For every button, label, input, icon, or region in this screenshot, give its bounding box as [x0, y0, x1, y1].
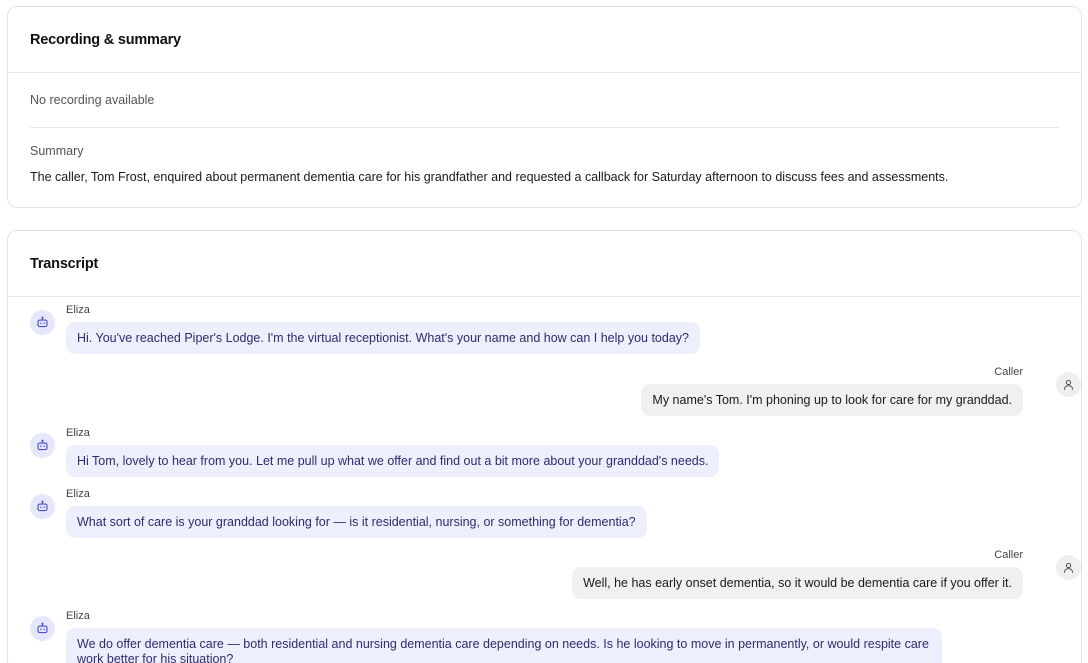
robot-icon	[30, 616, 55, 641]
message-bubble: We do offer dementia care — both residen…	[66, 628, 942, 663]
recording-summary-header: Recording & summary	[8, 7, 1081, 73]
message-bubble: Hi Tom, lovely to hear from you. Let me …	[66, 445, 720, 477]
speaker-name: Caller	[994, 549, 1023, 561]
user-icon	[1056, 555, 1081, 580]
transcript-header: Transcript	[8, 231, 1081, 297]
message-bubble: Well, he has early onset dementia, so it…	[572, 567, 1023, 599]
transcript-title: Transcript	[30, 255, 99, 272]
speaker-name: Eliza	[66, 610, 90, 622]
summary-text: The caller, Tom Frost, enquired about pe…	[30, 170, 949, 184]
user-icon	[1056, 372, 1081, 397]
no-recording-text: No recording available	[30, 73, 1059, 128]
transcript-list[interactable]: Eliza Hi. You've reached Piper's Lodge. …	[8, 297, 1081, 663]
message-bubble: My name's Tom. I'm phoning up to look fo…	[641, 384, 1023, 416]
speaker-name: Caller	[994, 366, 1023, 378]
speaker-name: Eliza	[66, 427, 90, 439]
recording-summary-card: Recording & summary No recording availab…	[7, 6, 1082, 208]
robot-icon	[30, 494, 55, 519]
transcript-card: Transcript Eliza Hi. You've reached Pipe…	[7, 230, 1082, 663]
speaker-name: Eliza	[66, 488, 90, 500]
robot-icon	[30, 433, 55, 458]
summary-label: Summary	[30, 144, 84, 158]
recording-summary-title: Recording & summary	[30, 31, 181, 48]
speaker-name: Eliza	[66, 304, 90, 316]
message-bubble: Hi. You've reached Piper's Lodge. I'm th…	[66, 322, 700, 354]
message-bubble: What sort of care is your granddad looki…	[66, 506, 647, 538]
recording-summary-body: No recording available Summary The calle…	[8, 73, 1081, 184]
robot-icon	[30, 310, 55, 335]
